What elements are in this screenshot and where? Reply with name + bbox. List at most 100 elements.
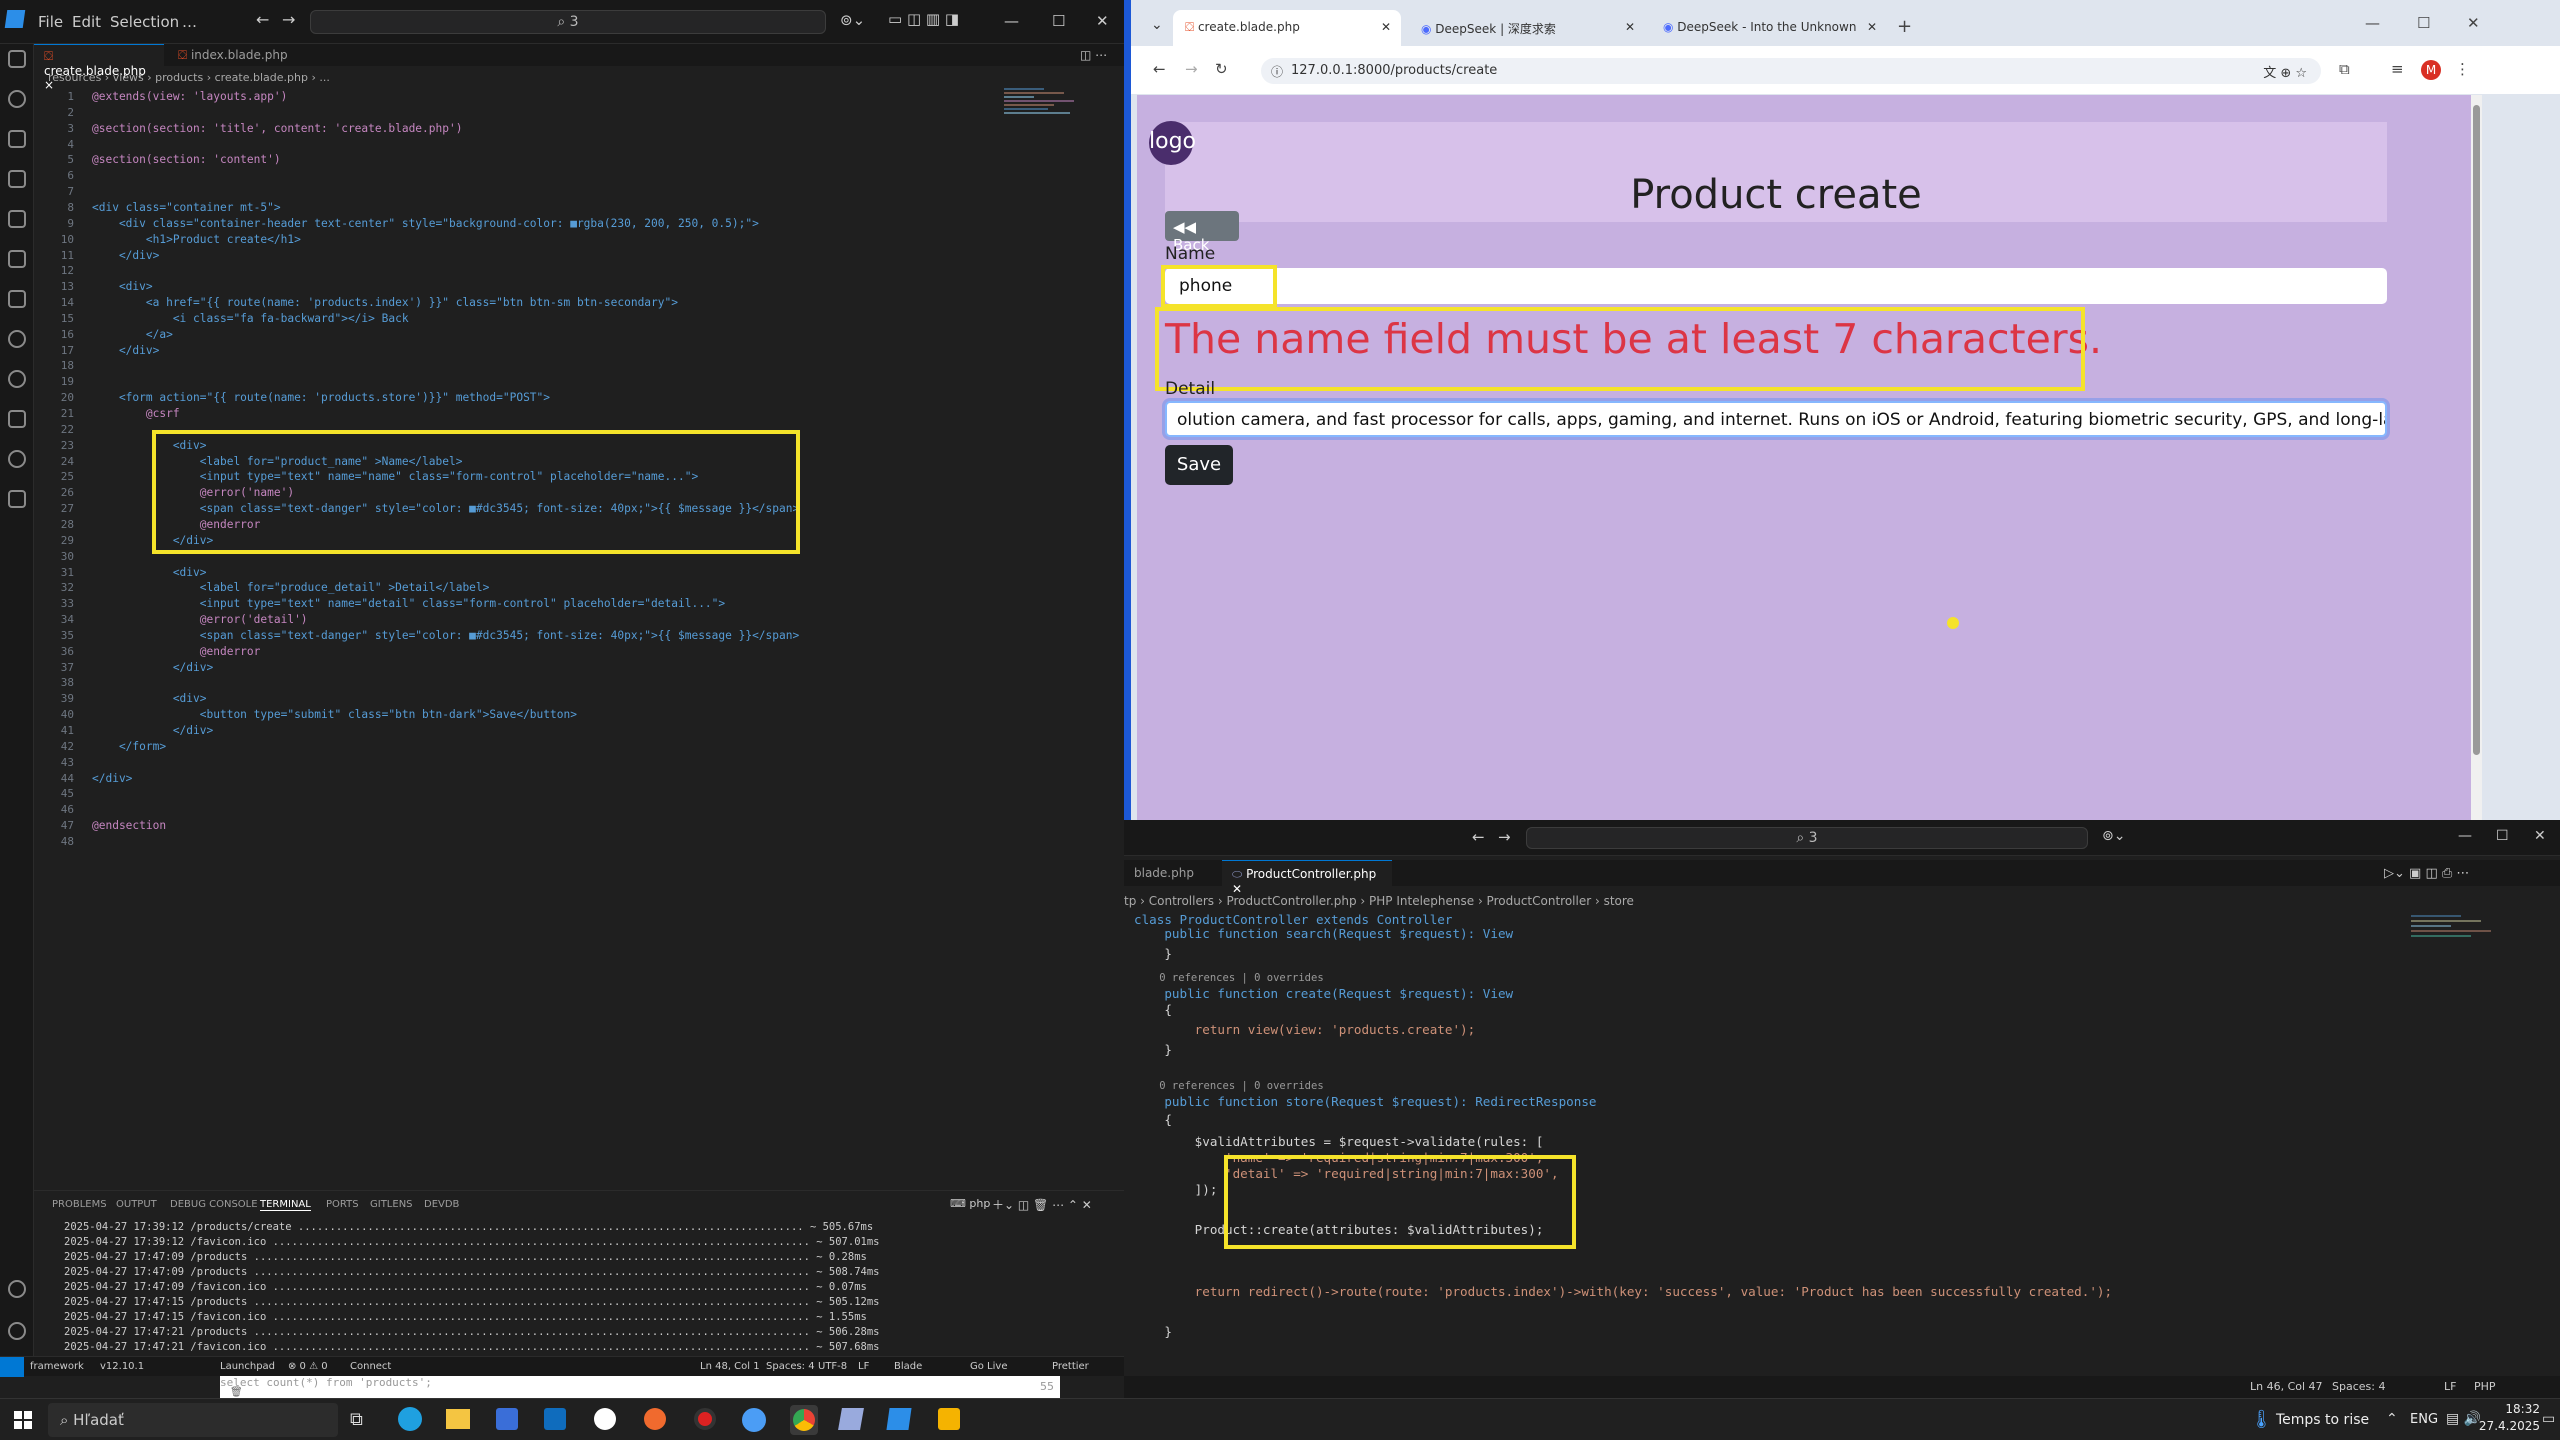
status-problems[interactable]: ⊗ 0 ⚠ 0 (288, 1361, 328, 1372)
remote-indicator-icon[interactable] (0, 1357, 24, 1377)
edge-icon[interactable] (398, 1407, 422, 1431)
controller-code-editor[interactable]: class ProductController extends Controll… (1124, 912, 2560, 1372)
account-icon[interactable] (8, 1280, 26, 1298)
address-bar[interactable]: ⓘ 127.0.0.1:8000/products/create 文 ⊕ ☆ (1261, 58, 2321, 84)
minimap[interactable] (1002, 86, 1082, 186)
chrome-close-button[interactable]: ✕ (2467, 14, 2480, 32)
right-command-search-input[interactable]: ⌕ 3 (1526, 827, 2088, 849)
right-status-indent[interactable]: Spaces: 4 (2332, 1380, 2385, 1393)
panel-tab-debug-console[interactable]: DEBUG CONSOLE (170, 1199, 258, 1210)
panel-tab-gitlens[interactable]: GITLENS (370, 1199, 413, 1210)
panel-tab-output[interactable]: OUTPUT (116, 1199, 157, 1210)
command-search-input[interactable]: ⌕ 3 (310, 10, 826, 34)
code-editor[interactable]: 1 2 3 4 5 6 7 8 9 10 11 12 13 14 15 16 17 18 19 20 21 22 23 24 2… (34, 86, 1124, 1186)
copilot-icon[interactable]: ⊚⌄ (2102, 828, 2125, 844)
panel-tab-devdb[interactable]: DEVDB (424, 1199, 459, 1210)
right-status-cursor[interactable]: Ln 46, Col 47 (2250, 1380, 2323, 1393)
terminal-actions[interactable]: ＋⌄ ◫ 🗑 ⋯ ⌃ ✕ (992, 1196, 1092, 1213)
database-icon[interactable] (8, 490, 26, 508)
right-status-eol[interactable]: LF (2444, 1380, 2456, 1393)
file-explorer-icon[interactable] (446, 1409, 470, 1429)
tab-product-controller[interactable]: ⬭ ProductController.php ✕ (1222, 860, 1392, 896)
tray-chevron-icon[interactable]: ⌃ (2386, 1411, 2398, 1427)
recorder-icon[interactable] (694, 1408, 716, 1430)
status-encoding[interactable]: UTF-8 (818, 1361, 847, 1372)
save-button[interactable]: Save (1165, 445, 1233, 485)
chrome-back-icon[interactable]: ← (1153, 60, 1166, 78)
terminal-shell-selector[interactable]: ⌨ php (950, 1197, 990, 1210)
app-icon[interactable] (938, 1408, 960, 1430)
trash-icon[interactable]: 🗑 (230, 1387, 243, 1398)
back-arrow-icon[interactable]: ← (256, 10, 269, 29)
minimize-button[interactable]: — (1004, 12, 1019, 30)
status-connect[interactable]: Connect (350, 1361, 391, 1372)
vscode-taskbar-icon[interactable] (886, 1408, 912, 1430)
menu-file[interactable]: File (38, 13, 63, 31)
gitlens-icon[interactable] (8, 370, 26, 388)
back-arrow-icon[interactable]: ← (1472, 828, 1485, 846)
new-tab-button[interactable]: + (1897, 16, 1912, 37)
right-minimap[interactable] (2408, 912, 2508, 1042)
status-cursor[interactable]: Ln 48, Col 1 (700, 1361, 760, 1372)
app-icon[interactable] (742, 1408, 766, 1432)
notes-icon[interactable] (838, 1408, 864, 1430)
right-minimize-button[interactable]: — (2458, 828, 2472, 844)
menu-edit[interactable]: Edit (72, 13, 101, 31)
outlook-icon[interactable] (544, 1408, 566, 1430)
weather-text[interactable]: Temps to rise (2276, 1412, 2369, 1428)
copilot-icon[interactable]: ⊚⌄ (840, 11, 865, 29)
clock-time[interactable]: 18:32 (2486, 1402, 2540, 1416)
chrome-maximize-button[interactable]: ☐ (2417, 14, 2430, 32)
windows-start-icon[interactable] (14, 1411, 32, 1429)
run-actions-icons[interactable]: ▷⌄ ▣ ◫ ⎙ ⋯ (2384, 866, 2469, 881)
menu-selection[interactable]: Selection (110, 13, 179, 31)
chrome-taskbar-button[interactable] (790, 1405, 818, 1435)
chrome-forward-icon[interactable]: → (1185, 60, 1198, 78)
task-view-icon[interactable]: ⧉ (350, 1409, 363, 1430)
remote-icon[interactable] (8, 210, 26, 228)
status-launchpad[interactable]: Launchpad (220, 1361, 275, 1372)
timeline-icon[interactable] (8, 330, 26, 348)
extensions-icon[interactable] (8, 250, 26, 268)
close-button[interactable]: ✕ (1096, 12, 1109, 30)
panel-tab-ports[interactable]: PORTS (326, 1199, 359, 1210)
store-icon[interactable] (496, 1408, 518, 1430)
explorer-icon[interactable] (8, 50, 26, 68)
tab-index-blade[interactable]: ⛋ index.blade.php (168, 44, 298, 66)
language-indicator[interactable]: ENG (2410, 1412, 2438, 1427)
right-status-language[interactable]: PHP (2474, 1380, 2496, 1393)
maximize-button[interactable]: ☐ (1052, 12, 1065, 30)
status-prettier[interactable]: Prettier (1052, 1361, 1089, 1372)
clock-date[interactable]: 27.4.2025 (2470, 1419, 2540, 1433)
status-golive[interactable]: Go Live (970, 1361, 1007, 1372)
testing-icon[interactable] (8, 290, 26, 308)
github-icon[interactable] (594, 1408, 616, 1430)
extensions-puzzle-icon[interactable]: ⧉ (2339, 60, 2350, 78)
status-node[interactable]: v12.10.1 (100, 1361, 144, 1372)
firefox-icon[interactable] (644, 1408, 666, 1430)
right-maximize-button[interactable]: ☐ (2496, 828, 2509, 844)
status-indent[interactable]: Spaces: 4 (766, 1361, 815, 1372)
tab-blade[interactable]: blade.php (1124, 860, 1220, 886)
breadcrumb[interactable]: resources › views › products › create.bl… (48, 71, 330, 84)
taskbar-search[interactable]: ⌕ Hľadať (48, 1403, 338, 1437)
media-icon[interactable]: ≡ (2391, 60, 2404, 78)
name-input[interactable]: phone (1165, 268, 2387, 304)
menu-more[interactable]: … (182, 13, 197, 31)
forward-arrow-icon[interactable]: → (1498, 828, 1511, 846)
status-eol[interactable]: LF (858, 1361, 869, 1372)
site-info-icon[interactable]: ⓘ (1271, 63, 1283, 80)
status-language[interactable]: Blade (894, 1361, 922, 1372)
right-close-button[interactable]: ✕ (2534, 828, 2546, 844)
settings-gear-icon[interactable] (8, 1322, 26, 1340)
source-control-icon[interactable] (8, 130, 26, 148)
run-debug-icon[interactable] (8, 170, 26, 188)
tab-search-icon[interactable]: ⌄ (1151, 17, 1163, 33)
status-branch[interactable]: framework (30, 1361, 84, 1372)
docker-icon[interactable] (8, 410, 26, 428)
forward-arrow-icon[interactable]: → (282, 10, 295, 29)
close-tab-icon[interactable]: ✕ (1625, 20, 1635, 34)
chrome-menu-icon[interactable]: ⋮ (2455, 60, 2470, 78)
chrome-minimize-button[interactable]: — (2365, 14, 2380, 32)
chrome-tab-deepseek-en[interactable]: ◉ DeepSeek - Into the Unknown ✕ (1651, 10, 1887, 46)
